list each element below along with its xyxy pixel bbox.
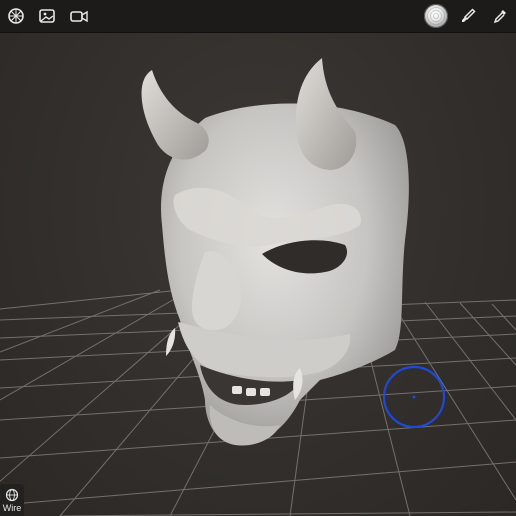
top-toolbar — [0, 0, 516, 33]
video-icon[interactable] — [67, 4, 91, 28]
oni-mask-model[interactable] — [141, 58, 409, 446]
viewport[interactable] — [0, 0, 516, 516]
wire-toggle-button[interactable]: Wire — [0, 484, 24, 516]
scene-icon[interactable] — [4, 4, 28, 28]
scene-canvas[interactable] — [0, 0, 516, 516]
dropper-icon[interactable] — [488, 4, 512, 28]
brush-preview[interactable] — [424, 4, 448, 28]
brush-icon[interactable] — [456, 4, 480, 28]
image-icon[interactable] — [35, 4, 59, 28]
sphere-wire-icon — [5, 488, 19, 501]
brush-cursor — [382, 365, 446, 429]
wire-label: Wire — [2, 502, 22, 513]
